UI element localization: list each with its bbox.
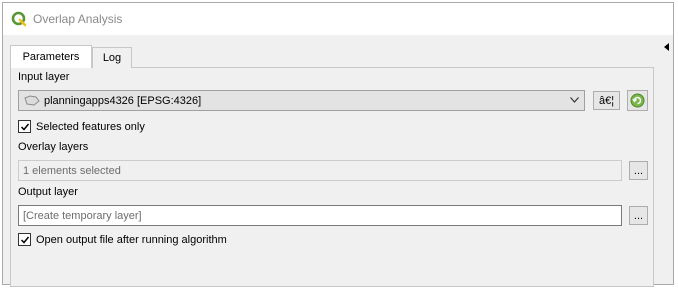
select-features-button[interactable]: â€¦ bbox=[593, 91, 620, 110]
overlay-layers-label: Overlay layers bbox=[18, 141, 89, 153]
output-layer-browse-button[interactable]: ... bbox=[629, 206, 648, 225]
title-bar: Overlap Analysis bbox=[3, 3, 673, 35]
input-layer-label: Input layer bbox=[18, 71, 70, 83]
checkmark-icon bbox=[20, 123, 29, 131]
window-title: Overlap Analysis bbox=[33, 12, 123, 26]
open-output-row[interactable]: Open output file after running algorithm bbox=[18, 233, 227, 246]
qgis-logo-icon bbox=[11, 11, 27, 27]
output-layer-field[interactable]: [Create temporary layer] bbox=[18, 205, 622, 226]
open-output-label: Open output file after running algorithm bbox=[36, 233, 227, 246]
input-layer-combobox[interactable]: planningapps4326 [EPSG:4326] bbox=[18, 90, 585, 111]
open-output-checkbox[interactable] bbox=[18, 233, 31, 246]
selected-features-only-checkbox[interactable] bbox=[18, 120, 31, 133]
input-layer-value: planningapps4326 [EPSG:4326] bbox=[44, 94, 202, 107]
overlay-layers-browse-button[interactable]: ... bbox=[629, 161, 648, 180]
tab-parameters[interactable]: Parameters bbox=[10, 45, 92, 68]
selected-features-only-label: Selected features only bbox=[36, 120, 145, 133]
collapse-panel-arrow-icon[interactable] bbox=[664, 43, 669, 51]
checkmark-icon bbox=[20, 236, 29, 244]
output-layer-label: Output layer bbox=[18, 186, 78, 198]
overlay-layers-field[interactable]: 1 elements selected bbox=[18, 160, 622, 181]
tab-log[interactable]: Log bbox=[92, 47, 132, 68]
iterate-icon bbox=[630, 93, 645, 108]
iterate-button[interactable] bbox=[627, 90, 648, 111]
chevron-down-icon bbox=[570, 97, 579, 103]
polygon-layer-icon bbox=[24, 95, 40, 106]
selected-features-only-row[interactable]: Selected features only bbox=[18, 120, 145, 133]
